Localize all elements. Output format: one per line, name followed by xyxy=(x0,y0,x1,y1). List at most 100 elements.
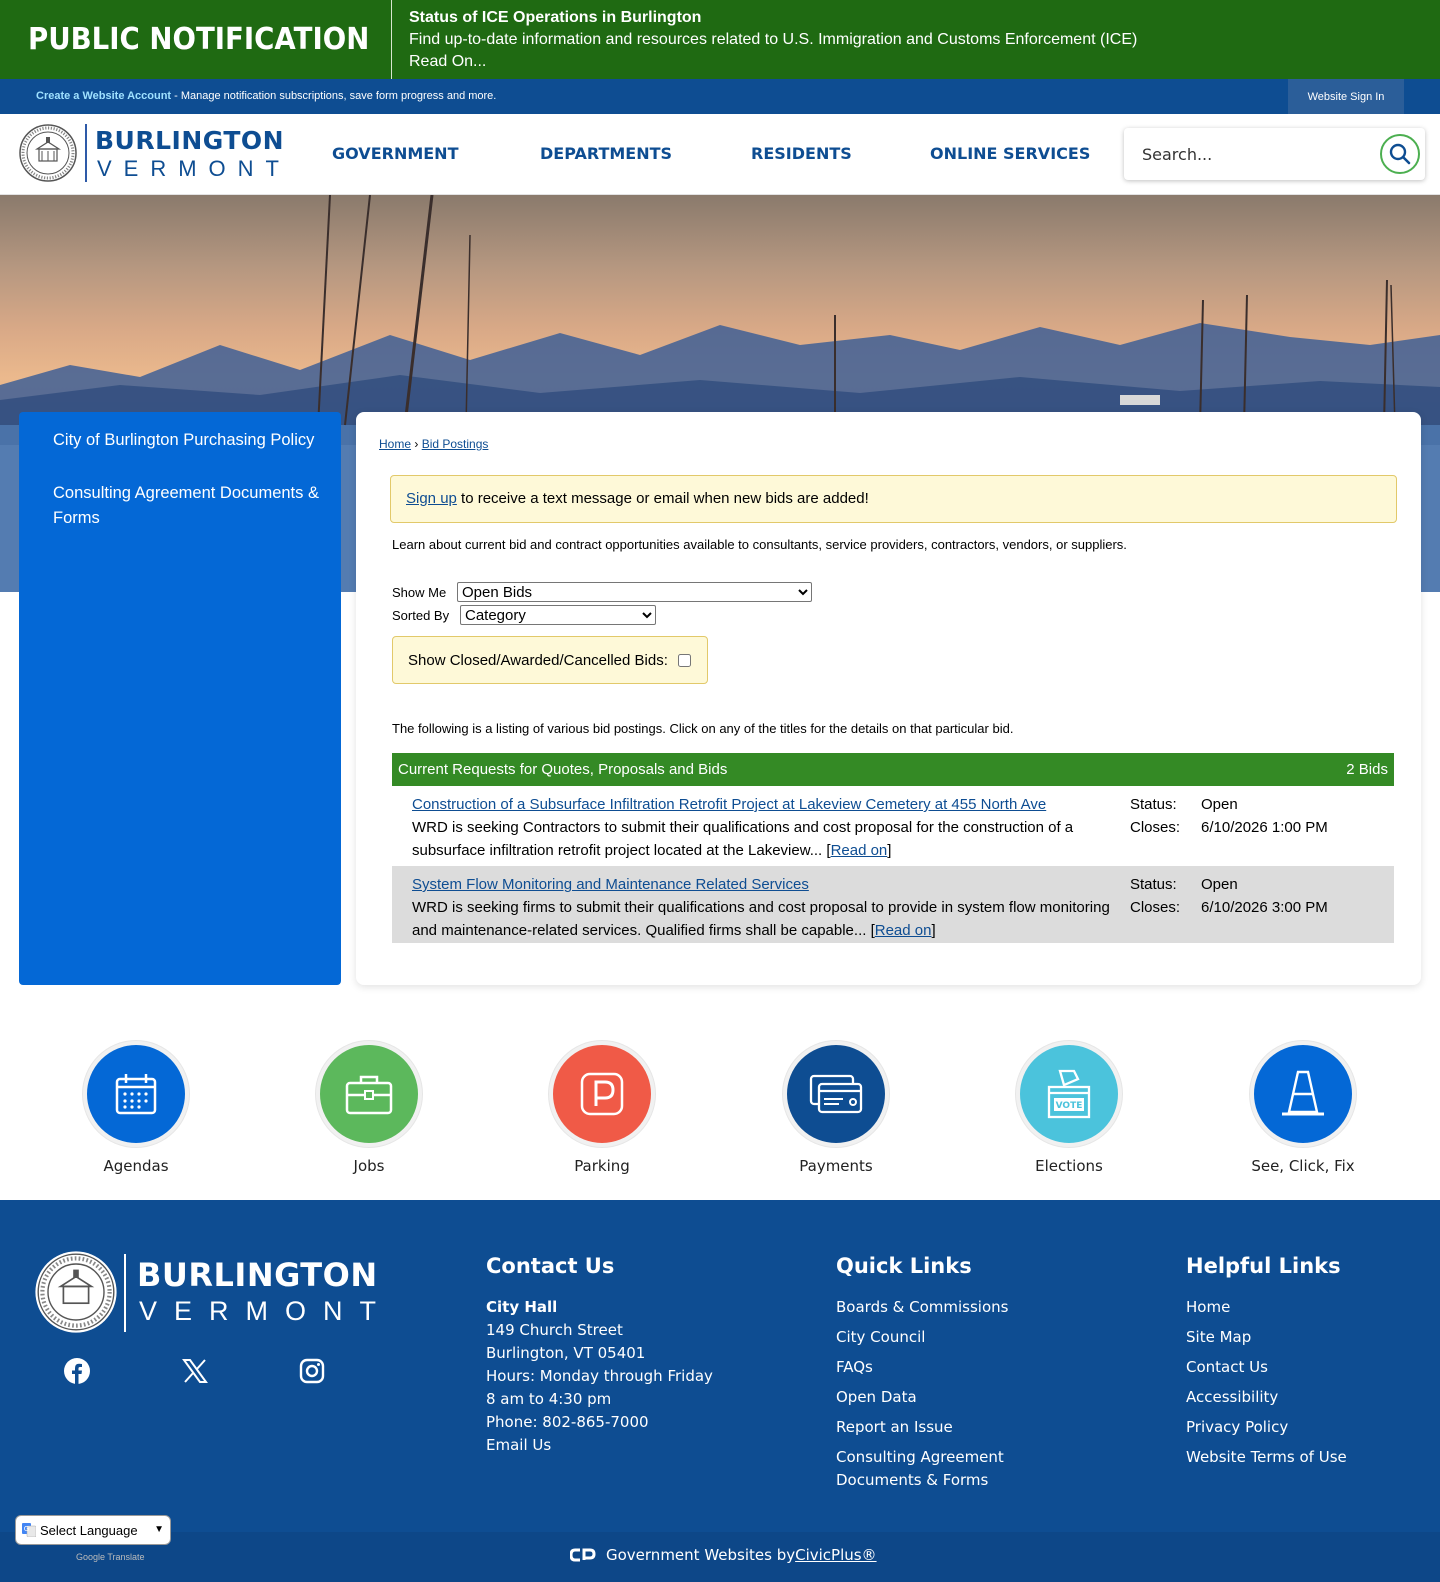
alert-read-on-link[interactable]: Read On... xyxy=(409,51,1137,73)
quick-link-parking[interactable]: Parking xyxy=(549,1041,655,1175)
search-input[interactable] xyxy=(1142,140,1362,168)
show-closed-bids-checkbox[interactable] xyxy=(677,653,691,667)
traffic-cone-icon xyxy=(1282,1070,1324,1116)
account-bar-message: Create a Website Account - Manage notifi… xyxy=(36,90,496,102)
civicplus-credit: Government Websites by CivicPlus® xyxy=(570,1546,877,1564)
footer-contact-us: Contact Us City Hall 149 Church Street B… xyxy=(486,1254,713,1457)
footer-link-contact-us[interactable]: Contact Us xyxy=(1186,1356,1347,1379)
svg-text:VOTE: VOTE xyxy=(1056,1101,1083,1111)
site-footer: BURLINGTON VERMONT Contact Us City Hall … xyxy=(0,1200,1440,1532)
signup-notice: Sign up to receive a text message or ema… xyxy=(390,475,1397,523)
select-language-dropdown[interactable]: G Select Language ▼ xyxy=(15,1515,171,1545)
quick-link-label[interactable]: Elections xyxy=(976,1157,1162,1175)
footer-quick-links: Quick Links Boards & Commissions City Co… xyxy=(836,1254,1036,1499)
contact-hours: Hours: Monday through Friday xyxy=(486,1367,713,1385)
credit-card-icon xyxy=(809,1074,863,1114)
contact-name: City Hall xyxy=(486,1298,558,1316)
show-me-select[interactable]: Open Bids xyxy=(457,582,812,602)
footer-logo-divider xyxy=(124,1254,126,1332)
select-language-label[interactable]: Select Language xyxy=(40,1523,138,1538)
sidebar-item-purchasing-policy[interactable]: City of Burlington Purchasing Policy xyxy=(53,428,321,453)
search-icon xyxy=(1389,143,1411,165)
bid-meta: Status: Open Closes: 6/10/2026 3:00 PM xyxy=(1130,873,1328,919)
quick-link-payments[interactable]: Payments xyxy=(783,1041,889,1175)
bid-row: Construction of a Subsurface Infiltratio… xyxy=(392,786,1394,864)
footer-logo-vermont[interactable]: VERMONT xyxy=(139,1296,393,1327)
alert-title[interactable]: Status of ICE Operations in Burlington xyxy=(409,7,1137,29)
x-twitter-icon[interactable] xyxy=(181,1357,209,1385)
city-seal-icon[interactable] xyxy=(18,123,78,183)
listing-text: The following is a listing of various bi… xyxy=(392,721,1014,736)
payments-icon-circle[interactable] xyxy=(783,1041,889,1147)
facebook-icon[interactable] xyxy=(63,1357,91,1385)
bid-description: WRD is seeking firms to submit their qua… xyxy=(412,899,1110,939)
contact-email-link[interactable]: Email Us xyxy=(486,1434,713,1457)
contact-phone: Phone: 802-865-7000 xyxy=(486,1413,649,1431)
nav-online-services[interactable]: ONLINE SERVICES xyxy=(930,144,1090,163)
site-header: BURLINGTON VERMONT GOVERNMENT DEPARTMENT… xyxy=(0,114,1440,195)
public-notification-banner: PUBLIC NOTIFICATION Status of ICE Operat… xyxy=(0,0,1440,79)
logo-wordmark-vermont[interactable]: VERMONT xyxy=(97,156,291,182)
quick-link-jobs[interactable]: Jobs xyxy=(316,1041,422,1175)
footer-link-consulting-agreement[interactable]: Consulting Agreement Documents & Forms xyxy=(836,1446,1036,1492)
parking-icon xyxy=(580,1072,624,1116)
bid-meta: Status: Open Closes: 6/10/2026 1:00 PM xyxy=(1130,793,1328,839)
bid-read-on-link[interactable]: Read on xyxy=(875,922,932,939)
quick-link-elections[interactable]: VOTE Elections xyxy=(1016,1041,1122,1175)
logo-wordmark-burlington[interactable]: BURLINGTON xyxy=(95,126,284,155)
breadcrumb-home[interactable]: Home xyxy=(379,437,411,451)
public-notification-title: PUBLIC NOTIFICATION xyxy=(28,22,370,57)
nav-government[interactable]: GOVERNMENT xyxy=(332,144,458,163)
quick-link-label[interactable]: Payments xyxy=(743,1157,929,1175)
jobs-icon-circle[interactable] xyxy=(316,1041,422,1147)
alert-body[interactable]: Status of ICE Operations in Burlington F… xyxy=(409,7,1137,73)
footer-logo-burlington[interactable]: BURLINGTON xyxy=(137,1256,378,1294)
elections-icon-circle[interactable]: VOTE xyxy=(1016,1041,1122,1147)
show-closed-bids-label: Show Closed/Awarded/Cancelled Bids: xyxy=(408,651,668,669)
nav-departments[interactable]: DEPARTMENTS xyxy=(540,144,672,163)
google-translate-icon: G xyxy=(22,1523,36,1537)
quick-link-agendas[interactable]: Agendas xyxy=(83,1041,189,1175)
quick-link-label[interactable]: Agendas xyxy=(43,1157,229,1175)
svg-text:G: G xyxy=(24,1525,29,1533)
contact-hours-time: 8 am to 4:30 pm xyxy=(486,1390,612,1408)
search-box xyxy=(1124,128,1425,180)
footer-link-site-map[interactable]: Site Map xyxy=(1186,1326,1347,1349)
footer-link-privacy-policy[interactable]: Privacy Policy xyxy=(1186,1416,1347,1439)
search-button[interactable] xyxy=(1380,134,1420,174)
civicplus-credit-text: Government Websites by xyxy=(606,1546,796,1564)
create-account-link[interactable]: Create a Website Account xyxy=(36,90,171,102)
parking-icon-circle[interactable] xyxy=(549,1041,655,1147)
quick-link-see-click-fix[interactable]: See, Click, Fix xyxy=(1250,1041,1356,1175)
footer-link-boards[interactable]: Boards & Commissions xyxy=(836,1296,1036,1319)
footer-city-seal-icon[interactable] xyxy=(34,1250,118,1334)
signup-link[interactable]: Sign up xyxy=(406,490,457,507)
quick-link-label[interactable]: Parking xyxy=(509,1157,695,1175)
bid-description-text: WRD is seeking firms to submit their qua… xyxy=(412,899,1110,939)
instagram-icon[interactable] xyxy=(298,1357,326,1385)
bid-read-on-link[interactable]: Read on xyxy=(831,842,888,859)
footer-link-faqs[interactable]: FAQs xyxy=(836,1356,1036,1379)
show-me-label: Show Me xyxy=(392,585,447,600)
sidebar-item-consulting-agreement[interactable]: Consulting Agreement Documents & Forms xyxy=(53,481,321,531)
footer-link-home[interactable]: Home xyxy=(1186,1296,1347,1319)
agendas-icon-circle[interactable] xyxy=(83,1041,189,1147)
civicplus-link[interactable]: CivicPlus® xyxy=(795,1546,876,1564)
sorted-by-select[interactable]: Category xyxy=(460,605,656,625)
footer-link-report-issue[interactable]: Report an Issue xyxy=(836,1416,1036,1439)
footer-link-terms-of-use[interactable]: Website Terms of Use xyxy=(1186,1446,1347,1469)
breadcrumb: Home › Bid Postings xyxy=(379,437,488,451)
see-click-fix-icon-circle[interactable] xyxy=(1250,1041,1356,1147)
quick-link-label[interactable]: Jobs xyxy=(276,1157,462,1175)
footer-link-accessibility[interactable]: Accessibility xyxy=(1186,1386,1347,1409)
bid-closes-key: Closes: xyxy=(1130,899,1181,916)
website-sign-in-button[interactable]: Website Sign In xyxy=(1288,79,1404,114)
footer-link-city-council[interactable]: City Council xyxy=(836,1326,1036,1349)
breadcrumb-bid-postings[interactable]: Bid Postings xyxy=(422,437,489,451)
bids-count: 2 Bids xyxy=(1346,761,1388,778)
bid-status-value: Open xyxy=(1201,876,1238,893)
quick-link-label[interactable]: See, Click, Fix xyxy=(1210,1157,1396,1175)
footer-link-open-data[interactable]: Open Data xyxy=(836,1386,1036,1409)
nav-residents[interactable]: RESIDENTS xyxy=(751,144,852,163)
footer-bottom-bar: Government Websites by CivicPlus® xyxy=(0,1532,1440,1582)
